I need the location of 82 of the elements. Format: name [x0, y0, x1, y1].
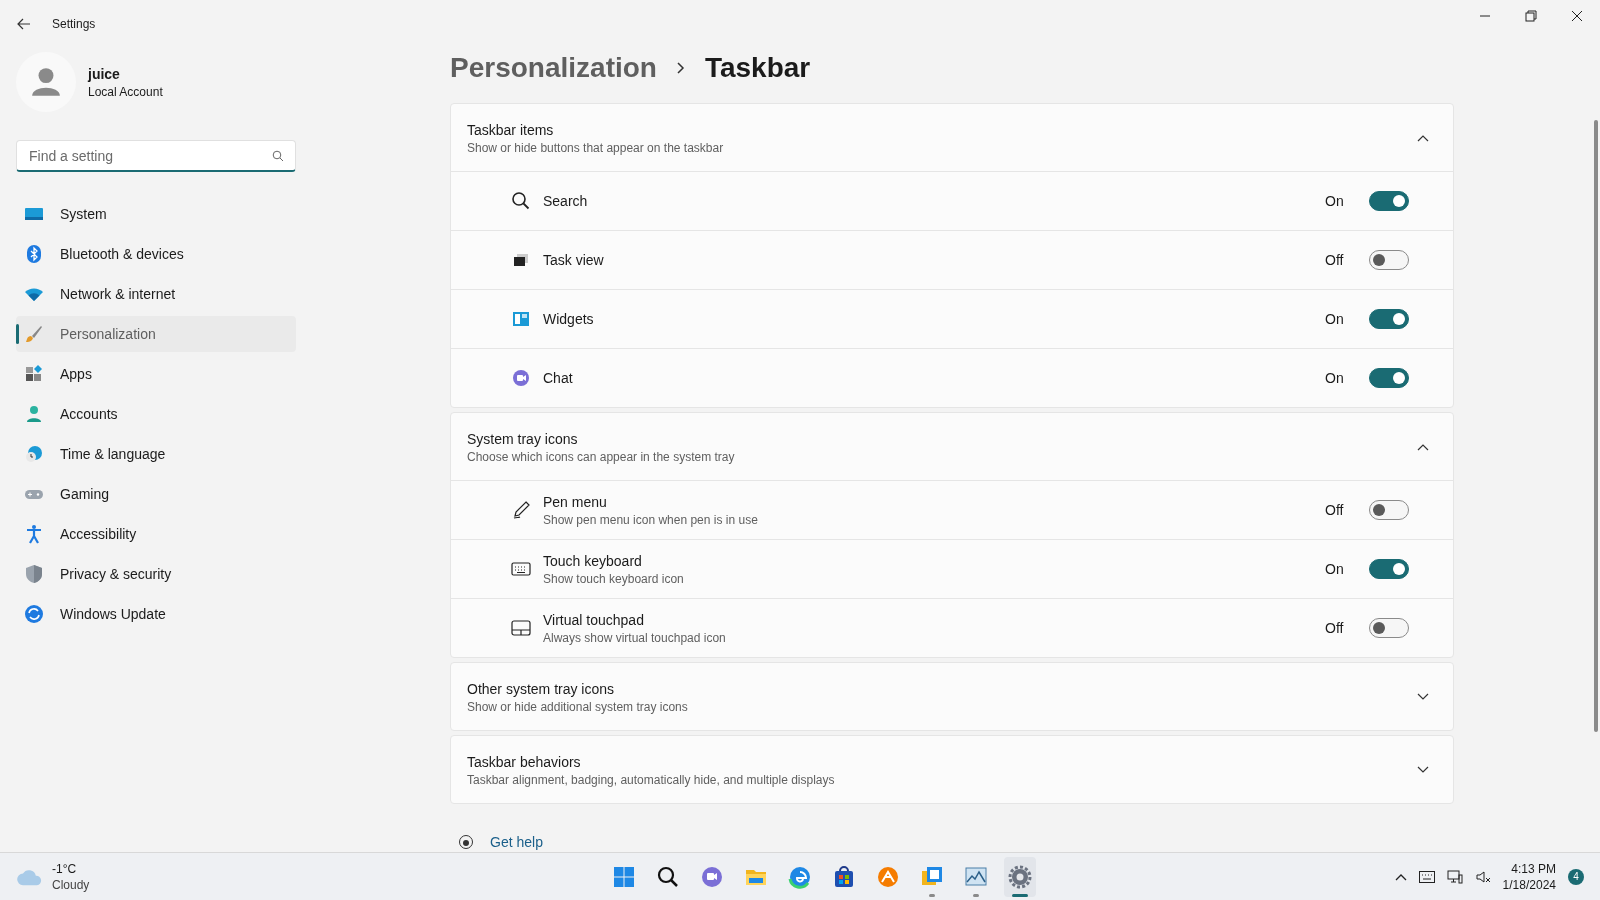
nav-item[interactable]: Windows Update: [16, 596, 296, 632]
setting-label: Pen menu: [543, 493, 608, 512]
search-field[interactable]: Find a setting: [16, 140, 296, 172]
help-link[interactable]: Get help: [490, 832, 543, 852]
section-subtitle: Show or hide buttons that appear on the taskbar: [467, 139, 725, 156]
toggle-switch[interactable]: [1369, 191, 1409, 211]
clock-date[interactable]: 1/18/2024: [1502, 876, 1556, 893]
nav-item[interactable]: Personalization: [16, 316, 296, 352]
keyboard-icon[interactable]: [1418, 870, 1435, 883]
chat-icon: [511, 368, 531, 388]
toggle-switch[interactable]: [1369, 368, 1409, 388]
nav-item[interactable]: Privacy & security: [16, 556, 296, 592]
toggle-state: On: [1325, 369, 1345, 388]
setting-label: Task view: [543, 251, 605, 270]
speaker-muted-icon[interactable]: [1474, 868, 1491, 885]
toggle-switch[interactable]: [1369, 250, 1409, 270]
nav-icon: [24, 564, 44, 584]
settings-icon[interactable]: [1004, 856, 1036, 897]
nav-item[interactable]: Time & language: [16, 436, 296, 472]
chevron-up-icon[interactable]: [1394, 872, 1407, 881]
section-subtitle: Choose which icons can appear in the system tray: [467, 448, 736, 465]
toggle-state: On: [1325, 192, 1345, 211]
nav-icon: [24, 524, 44, 544]
chevron-up-icon[interactable]: [1417, 442, 1429, 451]
section-title: Taskbar items: [467, 120, 555, 140]
section-title: Other system tray icons: [467, 679, 616, 699]
section-title: System tray icons: [467, 429, 579, 449]
setting-label: Touch keyboard: [543, 552, 643, 571]
nav-icon: [24, 404, 44, 424]
nav-item[interactable]: Apps: [16, 356, 296, 392]
section-title: Taskbar behaviors: [467, 752, 582, 772]
touchpad-icon: [511, 618, 531, 638]
toggle-state: Off: [1325, 501, 1345, 520]
toggle-state: Off: [1325, 619, 1345, 638]
section-subtitle: Show or hide additional system tray icons: [467, 698, 689, 715]
clock-time[interactable]: 4:13 PM: [1511, 860, 1556, 877]
setting-label: Virtual touchpad: [543, 611, 645, 630]
monitor-icon[interactable]: [1446, 868, 1463, 885]
nav-item[interactable]: Network & internet: [16, 276, 296, 312]
weather-condition: Cloudy: [52, 876, 90, 893]
nav-icon: [24, 364, 44, 384]
chevron-up-icon[interactable]: [1417, 133, 1429, 142]
account-name: juice: [88, 65, 121, 84]
widgets-icon: [511, 309, 531, 329]
nav-icon: [24, 324, 44, 344]
nav-item[interactable]: System: [16, 196, 296, 232]
nav-icon: [24, 244, 44, 264]
pen-icon: [511, 500, 531, 520]
page-title: Taskbar: [704, 50, 811, 85]
toggle-switch[interactable]: [1369, 618, 1409, 638]
toggle-switch[interactable]: [1369, 500, 1409, 520]
help-icon: [458, 834, 474, 850]
nav-item[interactable]: Gaming: [16, 476, 296, 512]
back-icon[interactable]: [16, 16, 32, 32]
chevron-down-icon[interactable]: [1417, 765, 1429, 774]
setting-description: Always show virtual touchpad icon: [543, 630, 727, 646]
nav-item[interactable]: Bluetooth & devices: [16, 236, 296, 272]
window-title: Settings: [52, 16, 96, 32]
nav-item[interactable]: Accessibility: [16, 516, 296, 552]
setting-label: Widgets: [543, 310, 595, 329]
toggle-state: On: [1325, 560, 1345, 579]
keyboard-icon: [511, 559, 531, 579]
breadcrumb-link[interactable]: Personalization: [450, 46, 657, 89]
nav-icon: [24, 444, 44, 464]
setting-label: Search: [543, 192, 589, 211]
section-subtitle: Taskbar alignment, badging, automatically hide, and multiple displays: [467, 771, 836, 788]
nav-icon: [24, 604, 44, 624]
setting-label: Chat: [543, 369, 574, 388]
chevron-down-icon[interactable]: [1417, 692, 1429, 701]
setting-description: Show pen menu icon when pen is in use: [543, 512, 759, 528]
toggle-state: Off: [1325, 251, 1345, 270]
account-type: Local Account: [88, 84, 163, 100]
notification-badge[interactable]: 4: [1568, 868, 1584, 885]
setting-description: Show touch keyboard icon: [543, 571, 685, 587]
search-icon: [511, 191, 531, 211]
search-icon: [272, 150, 284, 162]
weather-temperature: -1°C: [52, 860, 78, 877]
nav-item[interactable]: Accounts: [16, 396, 296, 432]
toggle-switch[interactable]: [1369, 559, 1409, 579]
toggle-switch[interactable]: [1369, 309, 1409, 329]
chevron-right-icon: [676, 61, 685, 74]
toggle-state: On: [1325, 310, 1345, 329]
